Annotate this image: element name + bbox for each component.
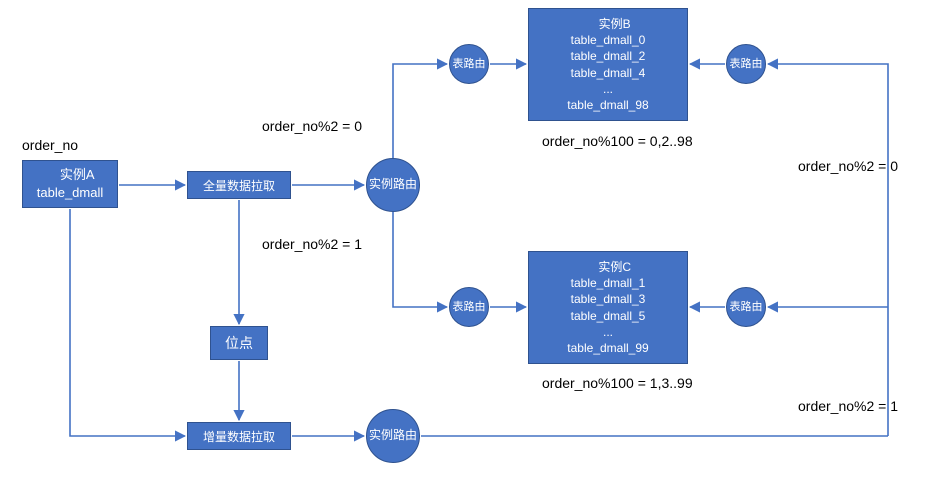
node-instance-a: 实例A table_dmall (22, 160, 118, 208)
instance-b-t2: table_dmall_4 (571, 66, 646, 80)
instance-a-table: table_dmall (37, 185, 104, 200)
node-instance-b: 实例B table_dmall_0 table_dmall_2 table_dm… (528, 8, 688, 121)
instance-b-t3: ... (603, 82, 613, 96)
instance-c-t3: ... (603, 325, 613, 339)
node-table-router-c-right: 表路由 (726, 287, 766, 327)
table-router-b-left-label: 表路由 (453, 58, 486, 70)
inc-fetch-label: 增量数据拉取 (203, 428, 275, 445)
label-cond-odd-top: order_no%2 = 1 (262, 236, 362, 252)
node-instance-c: 实例C table_dmall_1 table_dmall_3 table_dm… (528, 251, 688, 364)
instance-c-t4: table_dmall_99 (567, 341, 648, 355)
label-shard-key: order_no (22, 137, 78, 153)
table-router-c-left-label: 表路由 (453, 301, 486, 313)
instance-b-t0: table_dmall_0 (571, 33, 646, 47)
node-instance-router-top: 实例路由 (366, 158, 420, 212)
instance-router-top-label: 实例路由 (369, 178, 417, 191)
node-checkpoint: 位点 (210, 326, 268, 360)
checkpoint-label: 位点 (225, 333, 253, 353)
label-cond-even-right: order_no%2 = 0 (798, 158, 898, 174)
instance-a-title: 实例A (60, 167, 95, 182)
node-inc-fetch: 增量数据拉取 (187, 422, 291, 450)
node-table-router-b-right: 表路由 (726, 44, 766, 84)
instance-c-t1: table_dmall_3 (571, 292, 646, 306)
instance-b-title: 实例B (599, 17, 631, 31)
instance-b-t1: table_dmall_2 (571, 49, 646, 63)
label-mod-odd: order_no%100 = 1,3..99 (542, 375, 693, 391)
node-instance-router-bottom: 实例路由 (366, 409, 420, 463)
instance-c-t0: table_dmall_1 (571, 276, 646, 290)
node-full-fetch: 全量数据拉取 (187, 171, 291, 199)
table-router-c-right-label: 表路由 (730, 301, 763, 313)
instance-router-bottom-label: 实例路由 (369, 429, 417, 442)
node-table-router-b-left: 表路由 (449, 44, 489, 84)
instance-c-title: 实例C (598, 260, 631, 274)
label-cond-odd-right: order_no%2 = 1 (798, 398, 898, 414)
node-table-router-c-left: 表路由 (449, 287, 489, 327)
instance-b-t4: table_dmall_98 (567, 98, 648, 112)
label-mod-even: order_no%100 = 0,2..98 (542, 133, 693, 149)
instance-c-t2: table_dmall_5 (571, 309, 646, 323)
full-fetch-label: 全量数据拉取 (203, 177, 275, 194)
label-cond-even-top: order_no%2 = 0 (262, 118, 362, 134)
table-router-b-right-label: 表路由 (730, 58, 763, 70)
